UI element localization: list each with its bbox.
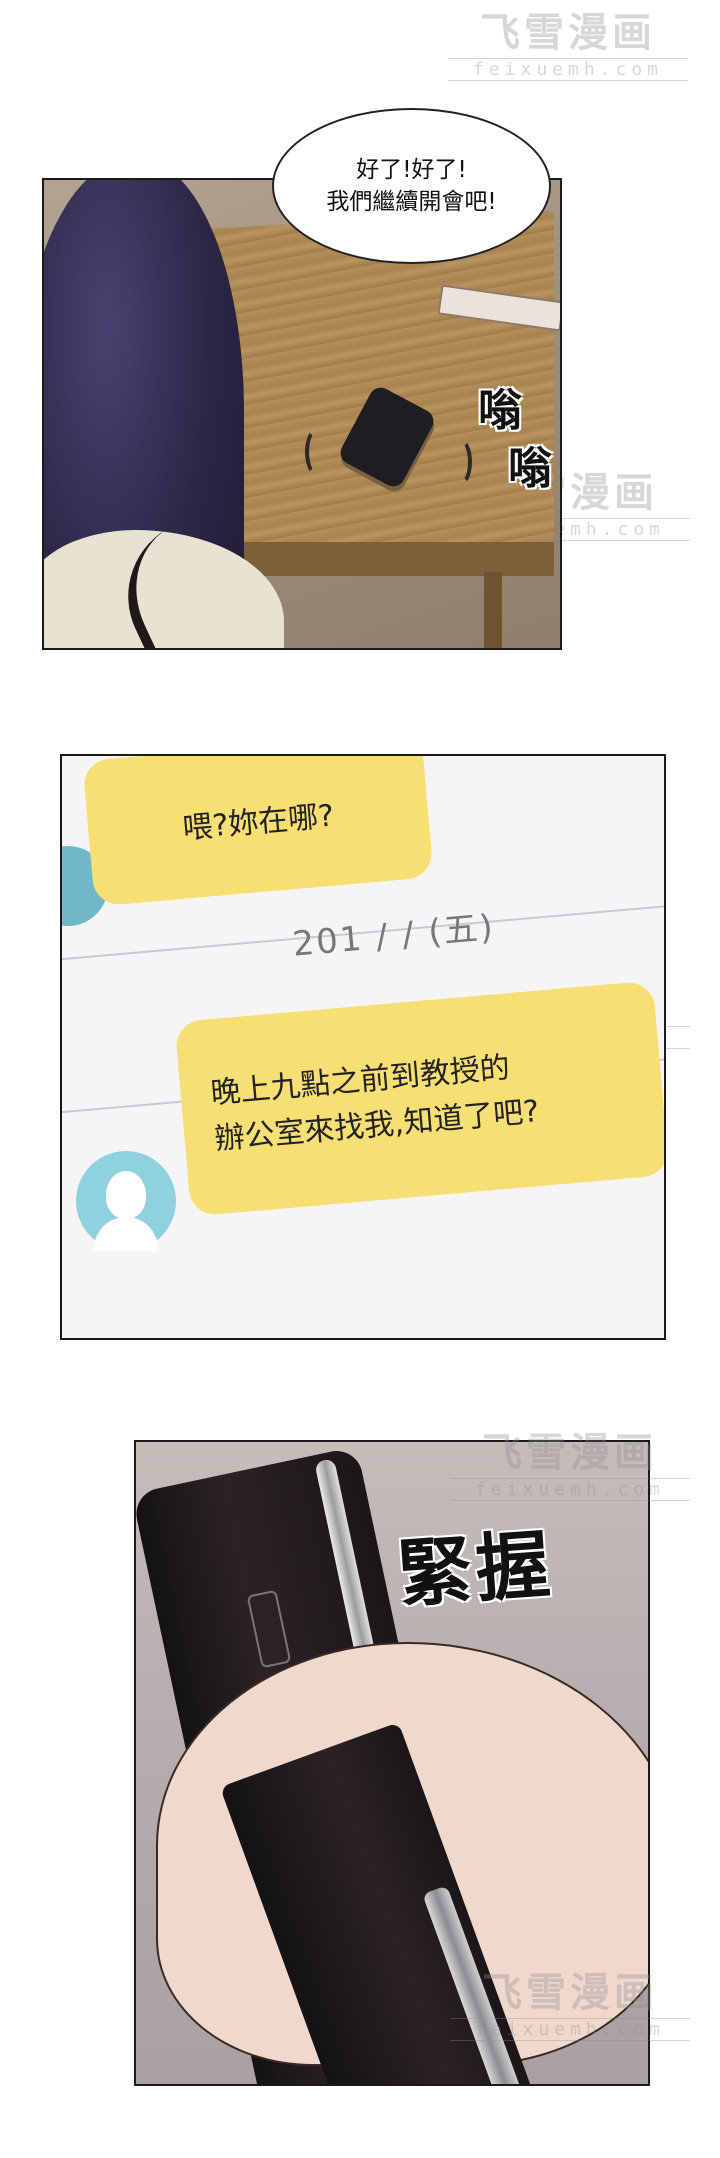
speech-bubble: 好了!好了! 我們繼續開會吧!	[272, 108, 551, 264]
desk-leg	[484, 572, 502, 648]
watermark-latin: feixuemh.com	[450, 2018, 690, 2041]
watermark-chinese: 飞雪漫画	[480, 9, 656, 56]
comic-page: { "panel1": { "speech_bubble": { "line1"…	[0, 0, 720, 2158]
watermark: 飞雪漫画 feixuemh.com	[450, 1960, 690, 2041]
vibration-mark-right	[448, 438, 472, 486]
watermark: 飞雪漫画 feixuemh.com	[448, 0, 688, 81]
date-separator: 201 / / (五)	[290, 907, 497, 965]
vibration-mark-left	[305, 428, 329, 476]
panel-chat-screen: 喂?妳在哪? 201 / / (五) 晚上九點之前到教授的 辦公室來找我,知道了…	[60, 754, 666, 1340]
sfx-buzz: 嗡 嗡	[478, 382, 552, 498]
sfx-grip: 緊握	[395, 1521, 557, 1619]
speech-line-1: 好了!好了!	[356, 157, 467, 183]
sfx-buzz-2: 嗡	[508, 443, 552, 494]
watermark: 飞雪漫画 feixuemh.com	[450, 1420, 690, 1501]
sfx-buzz-1: 嗡	[478, 385, 522, 436]
watermark-chinese: 飞雪漫画	[482, 1969, 658, 2016]
watermark-latin: feixuemh.com	[450, 1478, 690, 1501]
speech-line-2: 我們繼續開會吧!	[326, 189, 497, 215]
chat-bubble-2: 晚上九點之前到教授的 辦公室來找我,知道了吧?	[174, 980, 664, 1217]
avatar	[76, 1151, 176, 1251]
watermark-chinese: 飞雪漫画	[482, 1429, 658, 1476]
avatar-body	[94, 1217, 158, 1251]
avatar-head	[106, 1171, 146, 1219]
chat-message-1: 喂?妳在哪?	[181, 798, 336, 847]
chat-bubble-1: 喂?妳在哪?	[82, 756, 434, 907]
watermark-latin: feixuemh.com	[448, 58, 688, 81]
